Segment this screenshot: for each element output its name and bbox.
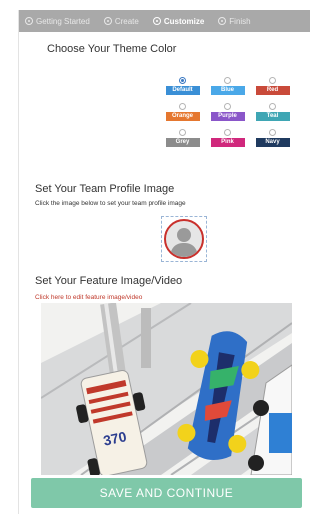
theme-swatch[interactable]: Grey bbox=[165, 138, 200, 147]
theme-option-pink[interactable]: Pink bbox=[209, 129, 246, 147]
circle-step-icon bbox=[152, 17, 161, 25]
feature-image[interactable]: 370 bbox=[41, 303, 292, 475]
theme-radio[interactable] bbox=[224, 103, 231, 110]
theme-swatch[interactable]: Purple bbox=[210, 112, 245, 121]
step-customize[interactable]: Customize bbox=[152, 16, 205, 26]
theme-option-red[interactable]: Red bbox=[254, 77, 291, 95]
theme-radio[interactable] bbox=[269, 129, 276, 136]
feature-photo: 370 bbox=[41, 303, 292, 475]
theme-radio[interactable] bbox=[269, 77, 276, 84]
theme-option-purple[interactable]: Purple bbox=[209, 103, 246, 121]
step-getting-started[interactable]: Getting Started bbox=[25, 17, 90, 26]
edit-feature-link[interactable]: Click here to edit feature image/video bbox=[35, 294, 142, 301]
circle-step-icon bbox=[103, 17, 112, 25]
step-finish[interactable]: Finish bbox=[218, 16, 251, 26]
theme-option-orange[interactable]: Orange bbox=[164, 103, 201, 121]
theme-swatch[interactable]: Blue bbox=[210, 86, 245, 95]
theme-swatch[interactable]: Teal bbox=[255, 112, 290, 121]
theme-radio[interactable] bbox=[179, 77, 186, 84]
theme-swatch[interactable]: Default bbox=[165, 86, 200, 95]
theme-swatch[interactable]: Orange bbox=[165, 112, 200, 121]
theme-option-grey[interactable]: Grey bbox=[164, 129, 201, 147]
theme-radio[interactable] bbox=[224, 77, 231, 84]
step-label: Getting Started bbox=[36, 16, 90, 26]
avatar bbox=[164, 219, 204, 259]
profile-section-title: Set Your Team Profile Image bbox=[35, 183, 175, 195]
circle-step-icon bbox=[25, 17, 33, 25]
theme-option-teal[interactable]: Teal bbox=[254, 103, 291, 121]
wizard-steps: Getting Started Create Customize Finish bbox=[19, 10, 310, 32]
person-silhouette-icon bbox=[170, 228, 198, 257]
step-create[interactable]: Create bbox=[103, 16, 139, 26]
profile-image-picker[interactable] bbox=[161, 216, 207, 262]
circle-step-icon bbox=[218, 17, 227, 25]
theme-option-blue[interactable]: Blue bbox=[209, 77, 246, 95]
theme-radio[interactable] bbox=[224, 129, 231, 136]
feature-section-title: Set Your Feature Image/Video bbox=[35, 275, 183, 287]
step-label: Create bbox=[114, 16, 139, 26]
profile-instructions: Click the image below to set your team p… bbox=[35, 200, 186, 207]
customize-panel: Getting Started Create Customize Finish … bbox=[18, 10, 310, 514]
theme-swatch[interactable]: Navy bbox=[255, 138, 290, 147]
theme-swatch[interactable]: Pink bbox=[210, 138, 245, 147]
theme-radio[interactable] bbox=[269, 103, 276, 110]
theme-option-default[interactable]: Default bbox=[164, 77, 201, 95]
save-and-continue-button[interactable]: SAVE AND CONTINUE bbox=[31, 478, 302, 508]
theme-section-title: Choose Your Theme Color bbox=[47, 43, 177, 55]
theme-radio[interactable] bbox=[179, 129, 186, 136]
theme-option-navy[interactable]: Navy bbox=[254, 129, 291, 147]
theme-color-grid: Default Blue Red Orange Purple Teal Grey Pink Na… bbox=[164, 77, 294, 147]
step-label: Customize bbox=[163, 16, 205, 26]
theme-radio[interactable] bbox=[179, 103, 186, 110]
step-label: Finish bbox=[229, 16, 251, 26]
theme-swatch[interactable]: Red bbox=[255, 86, 290, 95]
